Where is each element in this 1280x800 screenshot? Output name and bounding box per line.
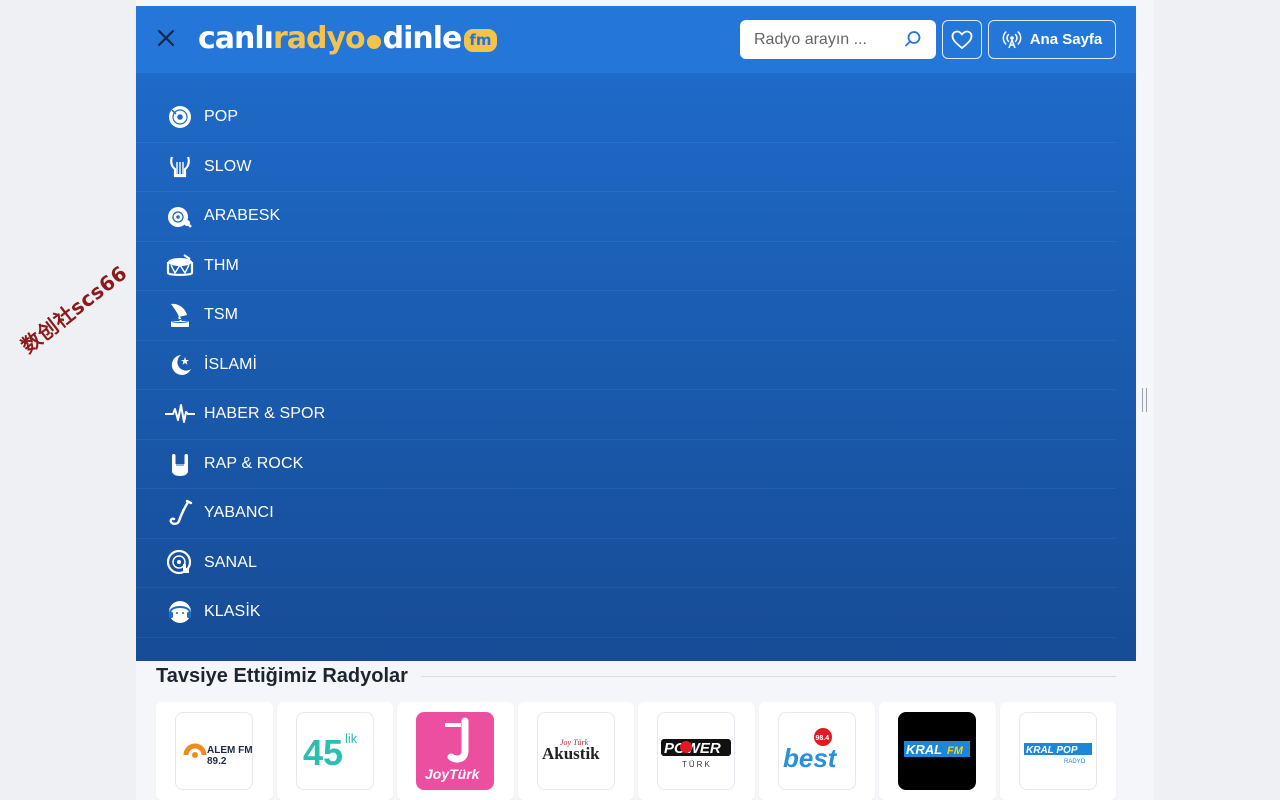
pulse-icon <box>165 399 195 429</box>
headphones-face-icon <box>165 597 195 627</box>
home-button-label: Ana Sayfa <box>1029 31 1103 48</box>
menu-item-haber-spor[interactable]: HABER & SPOR <box>136 390 1116 440</box>
station-card-best-fm[interactable]: 98.4 best <box>758 702 875 800</box>
menu-item-label: İSLAMİ <box>204 355 258 373</box>
station-name: Akustik <box>542 744 600 763</box>
station-card-alem-fm[interactable]: ALEM FM 89.2 <box>156 702 273 800</box>
heart-icon <box>951 30 973 49</box>
menu-item-islami[interactable]: İSLAMİ <box>136 341 1116 390</box>
station-card-kral-pop[interactable]: KRAL POP RADYO <box>999 702 1116 800</box>
logo-fm-badge: fm <box>464 28 497 52</box>
logo-dot <box>366 35 381 49</box>
menu-item-label: ARABESK <box>204 207 281 225</box>
station-sub: FM <box>947 745 964 757</box>
favorites-button[interactable] <box>942 20 982 59</box>
dj-disc-icon <box>165 548 195 578</box>
station-name: best <box>783 743 838 773</box>
menu-item-arabesk[interactable]: ARABESK <box>136 192 1116 242</box>
menu-item-label: YABANCI <box>204 504 274 522</box>
close-menu-button[interactable] <box>155 27 177 49</box>
baglama-icon <box>165 201 195 231</box>
station-logo: 98.4 best <box>777 712 856 790</box>
search-input[interactable] <box>754 30 894 49</box>
menu-item-thm[interactable]: THM <box>136 242 1116 291</box>
search-box <box>740 20 936 59</box>
home-button[interactable]: Ana Sayfa <box>988 20 1116 59</box>
menu-item-tsm[interactable]: TSM <box>136 291 1116 341</box>
site-header: canlı radyo dinle fm Ana Sayfa <box>136 6 1136 73</box>
station-logo: Joy Türk Akustik <box>536 712 615 790</box>
watermark: 数创社scs66 <box>16 260 132 359</box>
station-logo: KRAL FM <box>898 712 977 790</box>
logo-part-dinle: dinle <box>382 20 463 56</box>
close-icon <box>157 29 175 47</box>
search-icon[interactable] <box>904 30 922 48</box>
crescent-star-icon <box>165 350 195 380</box>
station-card-45lik[interactable]: 45 lik <box>276 702 393 800</box>
station-logo: POWER TÜRK <box>657 712 736 790</box>
station-name: JoyTürk <box>425 766 481 782</box>
station-logo: 45 lik <box>295 712 374 790</box>
station-card-list: ALEM FM 89.2 45 lik JoyTürk Joy Türk Aku… <box>156 702 1116 800</box>
rock-hand-icon <box>165 449 195 479</box>
station-name: 45 <box>303 732 343 773</box>
menu-item-label: THM <box>204 256 239 274</box>
logo-part-radyo: radyo <box>272 20 366 56</box>
lyre-icon <box>165 152 195 182</box>
menu-item-label: HABER & SPOR <box>204 405 326 423</box>
station-sub: RADYO <box>1064 759 1086 765</box>
section-divider <box>421 676 1116 677</box>
site-logo[interactable]: canlı radyo dinle fm <box>198 18 497 58</box>
menu-item-label: SANAL <box>204 553 257 571</box>
station-card-power-turk[interactable]: POWER TÜRK <box>638 702 755 800</box>
menu-item-label: KLASİK <box>204 603 261 621</box>
menu-item-label: SLOW <box>204 157 252 175</box>
drum-icon <box>165 251 195 281</box>
station-name: KRAL POP <box>1026 745 1078 756</box>
station-logo: KRAL POP RADYO <box>1018 712 1097 790</box>
menu-item-slow[interactable]: SLOW <box>136 143 1116 192</box>
genre-menu: POP SLOW ARABESK THM TSM İSLAMİ HABER & … <box>136 73 1136 661</box>
station-sub: TÜRK <box>682 760 712 769</box>
recommended-section: Tavsiye Ettiğimiz Radyolar ALEM FM 89.2 … <box>136 661 1136 800</box>
station-frequency: 98.4 <box>815 735 829 742</box>
station-suffix: lik <box>345 731 358 746</box>
station-frequency: 89.2 <box>207 756 227 767</box>
station-logo: ALEM FM 89.2 <box>175 712 254 790</box>
vinyl-icon <box>165 102 195 132</box>
station-name: ALEM FM <box>207 745 252 756</box>
menu-item-yabanci[interactable]: YABANCI <box>136 489 1116 539</box>
logo-part-canli: canlı <box>198 20 274 56</box>
saxophone-icon <box>165 498 195 528</box>
menu-item-label: TSM <box>204 306 239 324</box>
menu-item-pop[interactable]: POP <box>136 93 1116 143</box>
menu-item-label: RAP & ROCK <box>204 454 304 472</box>
station-name: KRAL <box>906 742 942 757</box>
broadcast-icon <box>1002 30 1022 48</box>
station-card-joyturk[interactable]: JoyTürk <box>397 702 514 800</box>
station-logo: JoyTürk <box>416 712 495 790</box>
gramophone-icon <box>165 300 195 330</box>
menu-item-sanal[interactable]: SANAL <box>136 539 1116 588</box>
section-title: Tavsiye Ettiğimiz Radyolar <box>156 665 408 687</box>
station-name: POWER <box>664 740 721 757</box>
station-card-joy-akustik[interactable]: Joy Türk Akustik <box>517 702 634 800</box>
menu-item-klasik[interactable]: KLASİK <box>136 588 1116 638</box>
menu-item-label: POP <box>204 108 239 126</box>
station-card-kral-fm[interactable]: KRAL FM <box>879 702 996 800</box>
menu-item-rap-rock[interactable]: RAP & ROCK <box>136 440 1116 489</box>
resize-handle[interactable] <box>1142 388 1147 412</box>
